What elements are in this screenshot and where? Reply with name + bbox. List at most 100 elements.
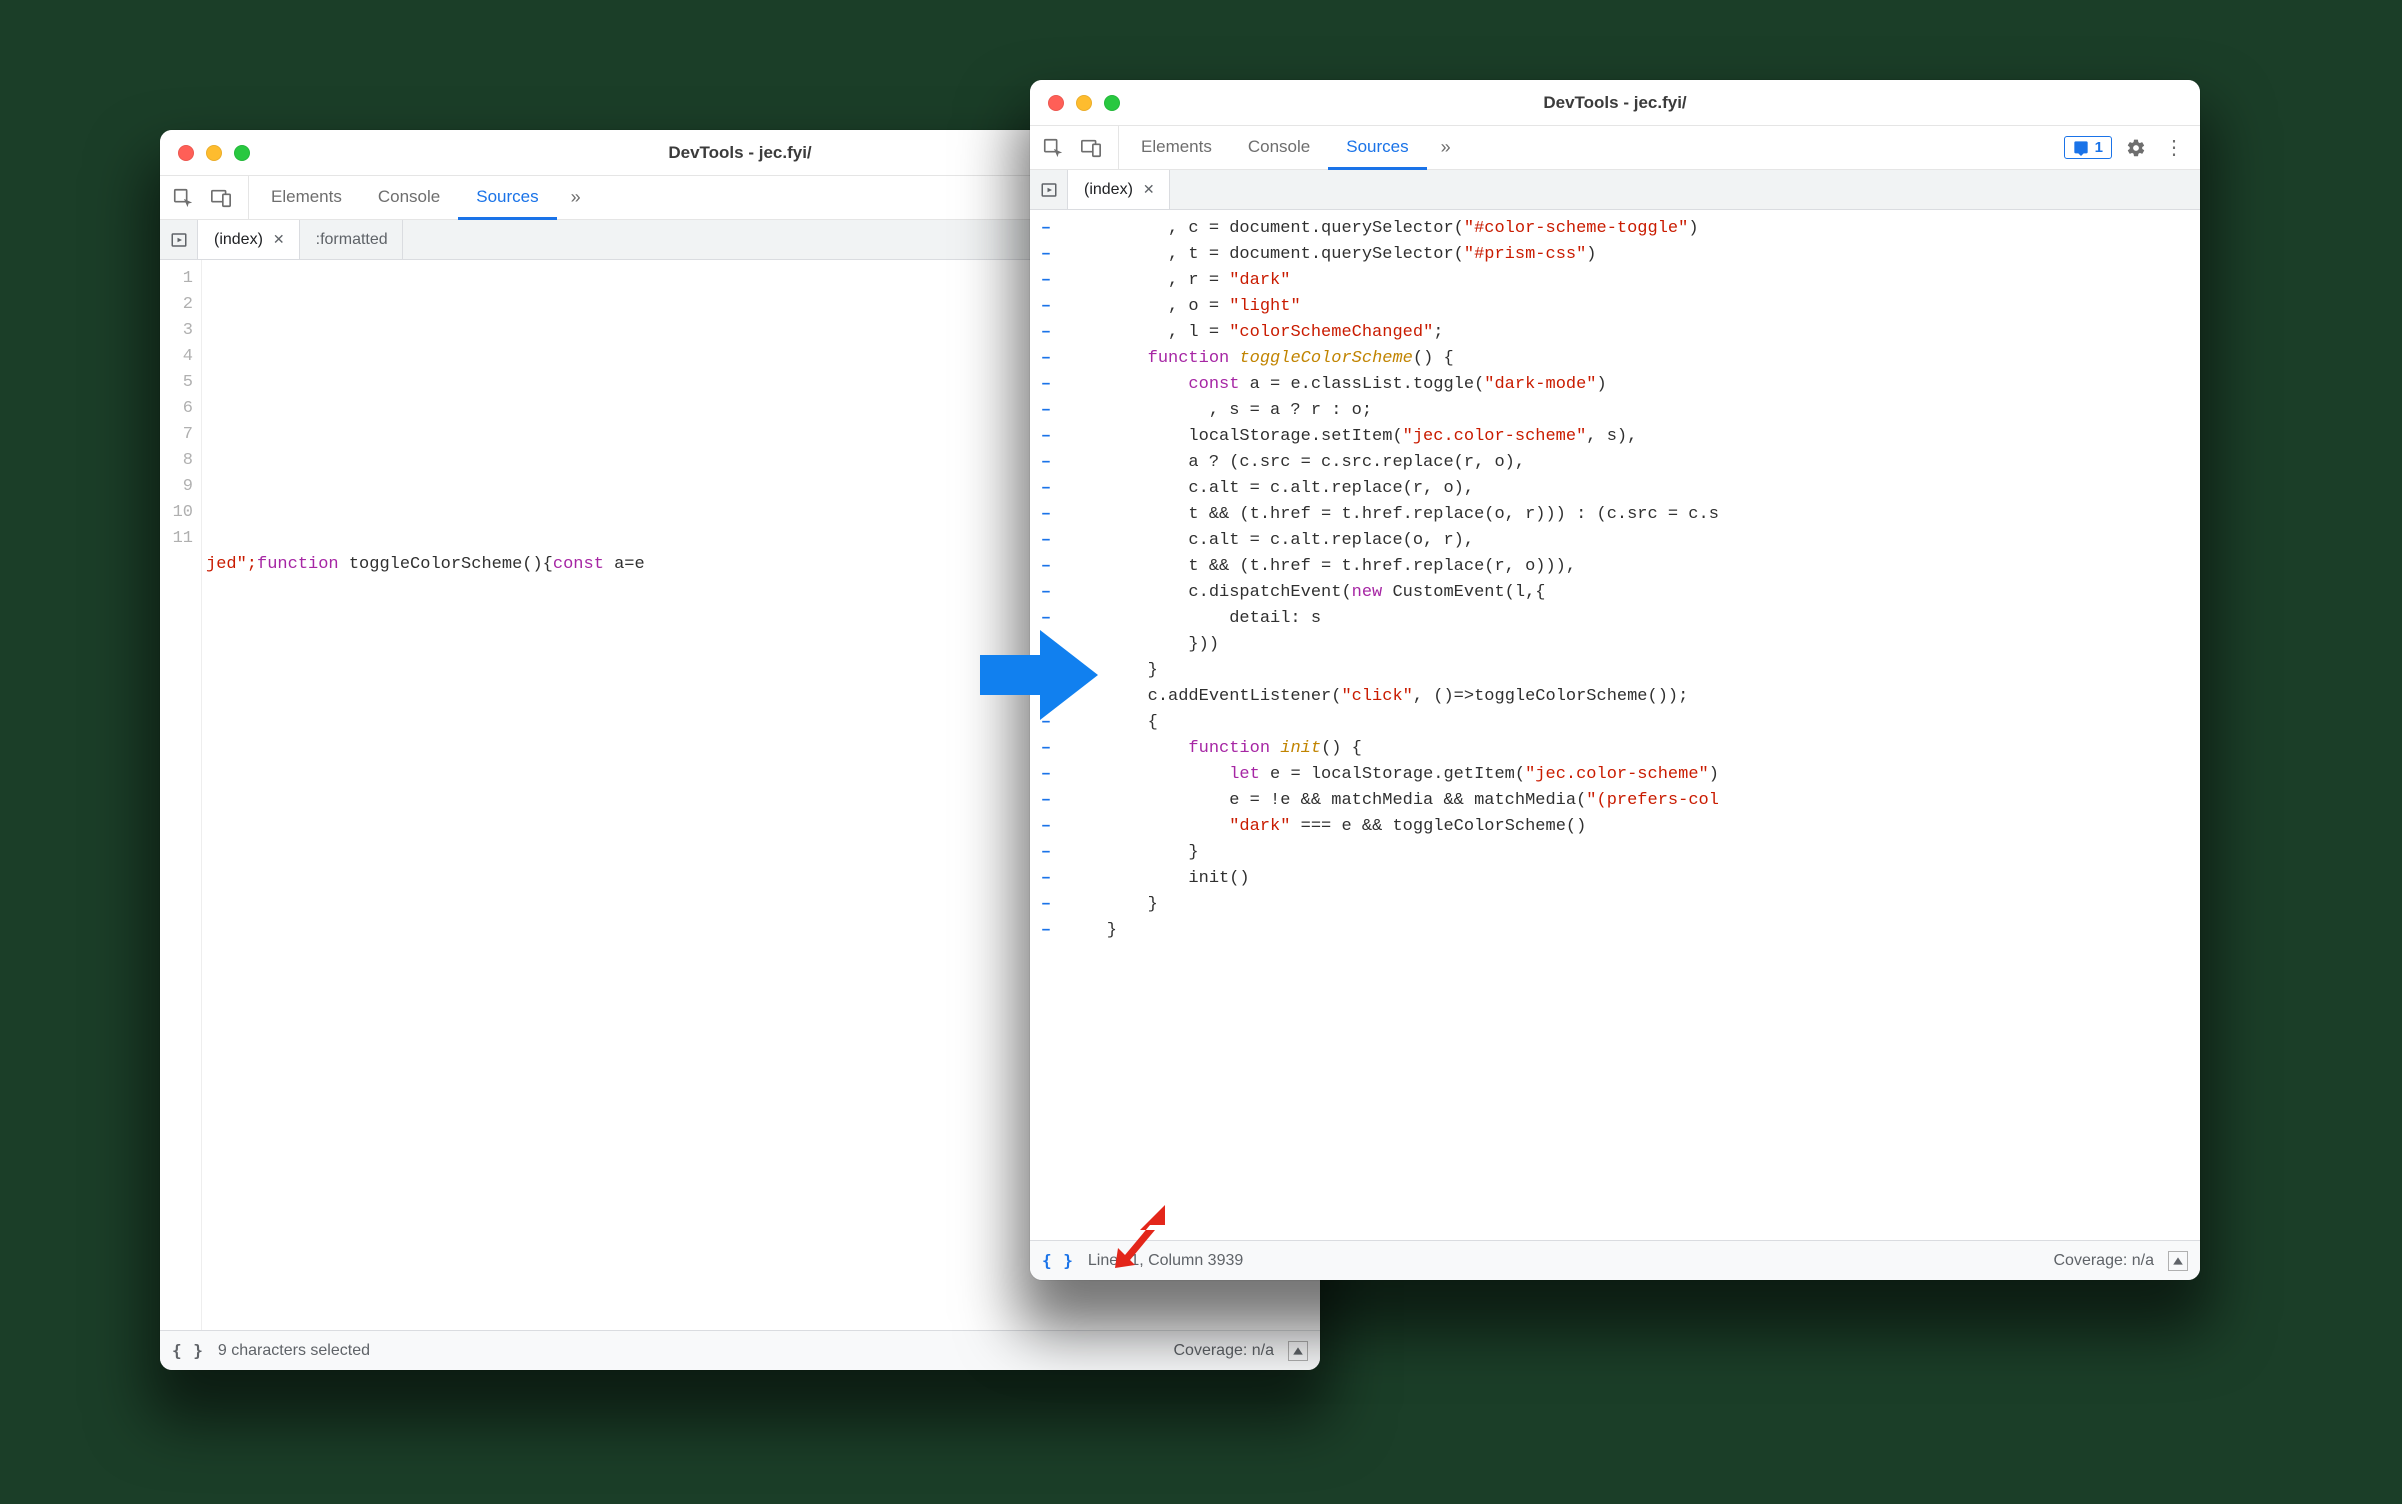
code-line: let e = localStorage.getItem("jec.color-… xyxy=(1066,762,2200,788)
line-number: 4 xyxy=(160,344,193,370)
status-bar: { } 9 characters selected Coverage: n/a xyxy=(160,1330,1320,1370)
line-number: 1 xyxy=(160,266,193,292)
code-line: } xyxy=(1066,658,2200,684)
main-toolbar: Elements Console Sources » 1 ⋮ xyxy=(1030,126,2200,170)
code-line: function init() { xyxy=(1066,736,2200,762)
close-window-button[interactable] xyxy=(1048,95,1064,111)
code-area[interactable]: , c = document.querySelector("#color-sch… xyxy=(1062,210,2200,1240)
code-line: detail: s xyxy=(1066,606,2200,632)
line-number: 9 xyxy=(160,474,193,500)
line-marker: – xyxy=(1030,788,1062,814)
code-line: } xyxy=(1066,840,2200,866)
settings-icon[interactable] xyxy=(2126,138,2146,158)
line-marker: – xyxy=(1030,268,1062,294)
traffic-lights xyxy=(1030,95,1140,111)
code-line: init() xyxy=(1066,866,2200,892)
code-line: c.addEventListener("click", ()=>toggleCo… xyxy=(1066,684,2200,710)
status-text: 9 characters selected xyxy=(218,1342,370,1360)
code-line: , c = document.querySelector("#color-sch… xyxy=(1066,216,2200,242)
zoom-window-button[interactable] xyxy=(1104,95,1120,111)
code-line: , o = "light" xyxy=(1066,294,2200,320)
red-arrow-annotation xyxy=(1110,1200,1180,1274)
code-line: } xyxy=(1066,892,2200,918)
line-marker: – xyxy=(1030,372,1062,398)
inspect-element-icon[interactable] xyxy=(1042,137,1064,159)
close-tab-icon[interactable]: ✕ xyxy=(1143,181,1155,198)
issues-count: 1 xyxy=(2095,139,2103,156)
pretty-print-button[interactable]: { } xyxy=(1042,1251,1074,1270)
file-tab-index[interactable]: (index) ✕ xyxy=(198,220,300,259)
line-marker: – xyxy=(1030,554,1062,580)
line-number: 8 xyxy=(160,448,193,474)
inspect-element-icon[interactable] xyxy=(172,187,194,209)
line-number: 7 xyxy=(160,422,193,448)
coverage-status: Coverage: n/a xyxy=(2053,1252,2154,1270)
code-line: c.dispatchEvent(new CustomEvent(l,{ xyxy=(1066,580,2200,606)
line-marker: – xyxy=(1030,346,1062,372)
more-tabs-icon[interactable]: » xyxy=(557,176,595,219)
file-tab-index[interactable]: (index) ✕ xyxy=(1068,170,1170,209)
line-marker: – xyxy=(1030,814,1062,840)
file-tab-label: (index) xyxy=(1084,181,1133,199)
code-line: , t = document.querySelector("#prism-css… xyxy=(1066,242,2200,268)
blue-arrow-annotation xyxy=(980,620,1100,734)
tab-elements[interactable]: Elements xyxy=(253,176,360,220)
line-number: 6 xyxy=(160,396,193,422)
line-number: 11 xyxy=(160,526,193,552)
navigator-toggle-icon[interactable] xyxy=(160,220,198,259)
close-tab-icon[interactable]: ✕ xyxy=(273,231,285,248)
panel-tabs: Elements Console Sources » xyxy=(1123,126,1465,169)
line-marker: – xyxy=(1030,450,1062,476)
code-line: c.alt = c.alt.replace(r, o), xyxy=(1066,476,2200,502)
line-marker: – xyxy=(1030,294,1062,320)
file-tab-bar: (index) ✕ xyxy=(1030,170,2200,210)
more-tabs-icon[interactable]: » xyxy=(1427,126,1465,169)
navigator-toggle-icon[interactable] xyxy=(1030,170,1068,209)
issues-badge[interactable]: 1 xyxy=(2064,136,2112,159)
code-line: const a = e.classList.toggle("dark-mode"… xyxy=(1066,372,2200,398)
device-toolbar-icon[interactable] xyxy=(210,187,232,209)
show-drawer-icon[interactable] xyxy=(2168,1251,2188,1271)
line-marker: – xyxy=(1030,476,1062,502)
line-marker: – xyxy=(1030,918,1062,944)
tab-sources[interactable]: Sources xyxy=(1328,126,1426,170)
minimize-window-button[interactable] xyxy=(1076,95,1092,111)
line-marker: – xyxy=(1030,866,1062,892)
show-drawer-icon[interactable] xyxy=(1288,1341,1308,1361)
line-marker: – xyxy=(1030,736,1062,762)
zoom-window-button[interactable] xyxy=(234,145,250,161)
file-tab-formatted[interactable]: :formatted xyxy=(300,220,403,259)
device-toolbar-icon[interactable] xyxy=(1080,137,1102,159)
titlebar: DevTools - jec.fyi/ xyxy=(1030,80,2200,126)
window-title: DevTools - jec.fyi/ xyxy=(1030,93,2200,113)
code-line: t && (t.href = t.href.replace(r, o))), xyxy=(1066,554,2200,580)
code-line: e = !e && matchMedia && matchMedia("(pre… xyxy=(1066,788,2200,814)
panel-tabs: Elements Console Sources » xyxy=(253,176,595,219)
code-line: })) xyxy=(1066,632,2200,658)
line-marker: – xyxy=(1030,762,1062,788)
line-marker: – xyxy=(1030,502,1062,528)
tab-elements[interactable]: Elements xyxy=(1123,126,1230,170)
line-gutter: 1234567891011 xyxy=(160,260,202,1330)
tab-console[interactable]: Console xyxy=(360,176,458,220)
code-line: , r = "dark" xyxy=(1066,268,2200,294)
code-line: "dark" === e && toggleColorScheme() xyxy=(1066,814,2200,840)
line-marker: – xyxy=(1030,216,1062,242)
code-line: , s = a ? r : o; xyxy=(1066,398,2200,424)
code-line: function toggleColorScheme() { xyxy=(1066,346,2200,372)
line-marker: – xyxy=(1030,398,1062,424)
close-window-button[interactable] xyxy=(178,145,194,161)
minimize-window-button[interactable] xyxy=(206,145,222,161)
traffic-lights xyxy=(160,145,270,161)
line-number: 10 xyxy=(160,500,193,526)
tab-console[interactable]: Console xyxy=(1230,126,1328,170)
kebab-menu-icon[interactable]: ⋮ xyxy=(2160,135,2188,160)
file-tab-label: (index) xyxy=(214,231,263,249)
code-line: c.alt = c.alt.replace(o, r), xyxy=(1066,528,2200,554)
tab-sources[interactable]: Sources xyxy=(458,176,556,220)
code-editor[interactable]: –––––––––––––––––––––––––––– , c = docum… xyxy=(1030,210,2200,1240)
pretty-print-button[interactable]: { } xyxy=(172,1341,204,1360)
coverage-status: Coverage: n/a xyxy=(1173,1342,1274,1360)
code-line: { xyxy=(1066,710,2200,736)
line-marker: – xyxy=(1030,580,1062,606)
